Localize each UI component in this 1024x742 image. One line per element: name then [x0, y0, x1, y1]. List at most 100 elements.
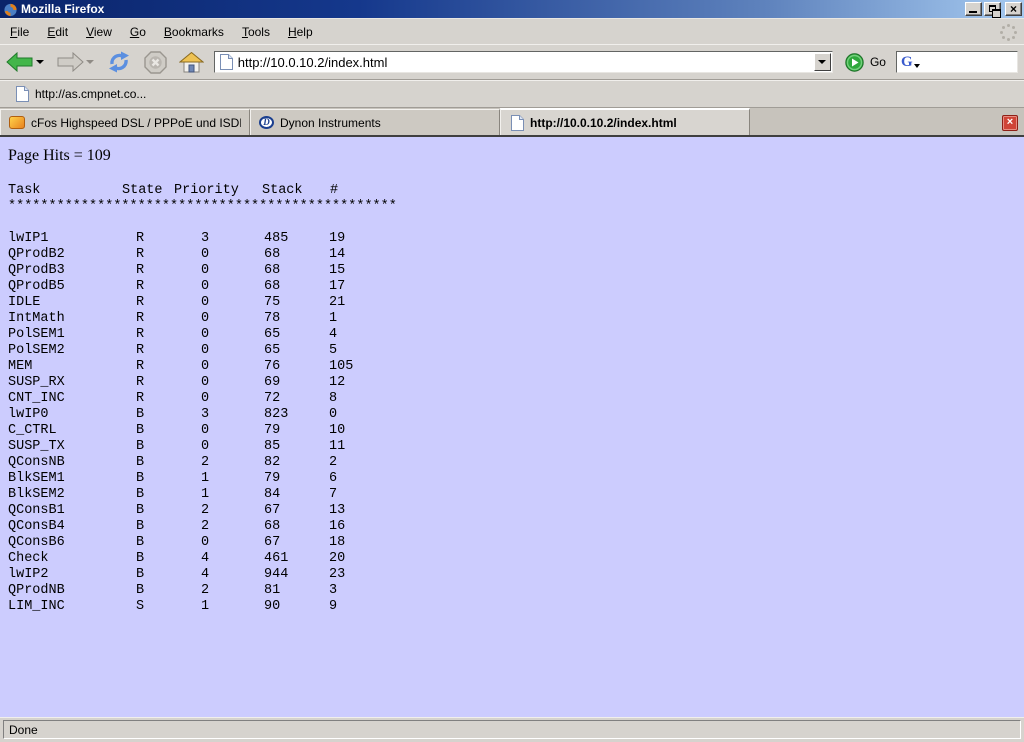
minimize-icon [969, 11, 977, 13]
titlebar: Mozilla Firefox × [0, 0, 1024, 18]
cell: 79 [264, 471, 280, 486]
task-table: TaskStatePriorityStack#*****************… [8, 183, 1024, 615]
cell: 23 [329, 567, 345, 582]
back-dropdown[interactable] [36, 60, 44, 64]
window-title: Mozilla Firefox [21, 2, 104, 16]
status-bar: Done [0, 717, 1024, 742]
cell: 0 [201, 311, 209, 326]
cell: 82 [264, 455, 280, 470]
table-row: lwIP1R348519 [8, 231, 1024, 247]
google-logo-icon: G [901, 55, 913, 69]
address-bar [214, 51, 833, 73]
cell: 8 [329, 391, 337, 406]
cell: 0 [201, 295, 209, 310]
cell: C_CTRL [8, 423, 57, 438]
menu-item-tools[interactable]: Tools [233, 21, 279, 43]
table-row: QConsB6B06718 [8, 535, 1024, 551]
search-bar: G [896, 51, 1018, 73]
go-button[interactable]: Go [845, 53, 886, 72]
home-button[interactable] [179, 52, 204, 73]
tabs: cFos Highspeed DSL / PPPoE und ISDN CAP.… [0, 108, 750, 135]
stop-button[interactable] [144, 51, 167, 74]
close-tab-button[interactable]: × [1002, 115, 1018, 131]
cell: R [136, 359, 144, 374]
cell: 0 [201, 375, 209, 390]
cell: B [136, 455, 144, 470]
menu-item-bookmarks[interactable]: Bookmarks [155, 21, 233, 43]
cell: 4 [201, 567, 209, 582]
cell: 944 [264, 567, 288, 582]
cell: B [136, 551, 144, 566]
table-row: PolSEM1R0654 [8, 327, 1024, 343]
cell: lwIP0 [8, 407, 49, 422]
cell: 68 [264, 263, 280, 278]
bookmark-label: http://as.cmpnet.co... [35, 87, 146, 101]
address-input[interactable] [238, 53, 813, 71]
page-icon [218, 54, 234, 70]
table-row: QProdB2R06814 [8, 247, 1024, 263]
cell: S [136, 599, 144, 614]
search-engine-dropdown[interactable] [914, 64, 920, 68]
search-input[interactable] [923, 54, 1024, 70]
tab-2[interactable]: DDynon Instruments [250, 109, 500, 135]
forward-button[interactable] [56, 52, 84, 72]
cell: QConsB6 [8, 535, 65, 550]
close-window-button[interactable]: × [1005, 2, 1022, 16]
table-row: CNT_INCR0728 [8, 391, 1024, 407]
blank-line [8, 215, 1024, 231]
bookmarks-toolbar: http://as.cmpnet.co... [0, 80, 1024, 108]
menu-item-edit[interactable]: Edit [38, 21, 77, 43]
cell: R [136, 391, 144, 406]
bookmark-item[interactable]: http://as.cmpnet.co... [8, 84, 152, 104]
cell: 5 [329, 343, 337, 358]
cell: 68 [264, 279, 280, 294]
cell: R [136, 263, 144, 278]
table-row: QProdNBB2813 [8, 583, 1024, 599]
cell: 81 [264, 583, 280, 598]
cell: 78 [264, 311, 280, 326]
cell: State [122, 183, 163, 198]
cell: 2 [201, 455, 209, 470]
cell: 0 [201, 359, 209, 374]
cell: 3 [201, 407, 209, 422]
cell: 79 [264, 423, 280, 438]
cell: 72 [264, 391, 280, 406]
address-dropdown-button[interactable] [814, 53, 831, 71]
table-row: CheckB446120 [8, 551, 1024, 567]
cell: 1 [201, 487, 209, 502]
menu-item-file[interactable]: File [1, 21, 38, 43]
tab-3-active[interactable]: http://10.0.10.2/index.html [500, 108, 750, 135]
cell: 2 [201, 519, 209, 534]
forward-dropdown[interactable] [86, 60, 94, 64]
cell: 69 [264, 375, 280, 390]
cell: QProdB3 [8, 263, 65, 278]
cell: PolSEM2 [8, 343, 65, 358]
cell: B [136, 423, 144, 438]
cell: lwIP1 [8, 231, 49, 246]
table-row: QProdB3R06815 [8, 263, 1024, 279]
back-button[interactable] [6, 52, 34, 72]
cfos-icon [9, 116, 25, 129]
table-row: BlkSEM1B1796 [8, 471, 1024, 487]
menu-item-view[interactable]: View [77, 21, 121, 43]
cell: 10 [329, 423, 345, 438]
cell: R [136, 375, 144, 390]
menu-item-go[interactable]: Go [121, 21, 155, 43]
close-icon: × [1010, 4, 1017, 14]
cell: IntMath [8, 311, 65, 326]
tab-1[interactable]: cFos Highspeed DSL / PPPoE und ISDN CAP.… [0, 109, 250, 135]
minimize-button[interactable] [965, 2, 982, 16]
cell: R [136, 343, 144, 358]
cell: QProdB5 [8, 279, 65, 294]
cell: 0 [201, 535, 209, 550]
cell: 1 [201, 471, 209, 486]
cell: 4 [329, 327, 337, 342]
reload-button[interactable] [106, 51, 132, 73]
table-row: lwIP2B494423 [8, 567, 1024, 583]
cell: 823 [264, 407, 288, 422]
restore-button[interactable] [984, 2, 1001, 16]
cell: 15 [329, 263, 345, 278]
cell: B [136, 487, 144, 502]
menu-item-help[interactable]: Help [279, 21, 322, 43]
cell: B [136, 407, 144, 422]
